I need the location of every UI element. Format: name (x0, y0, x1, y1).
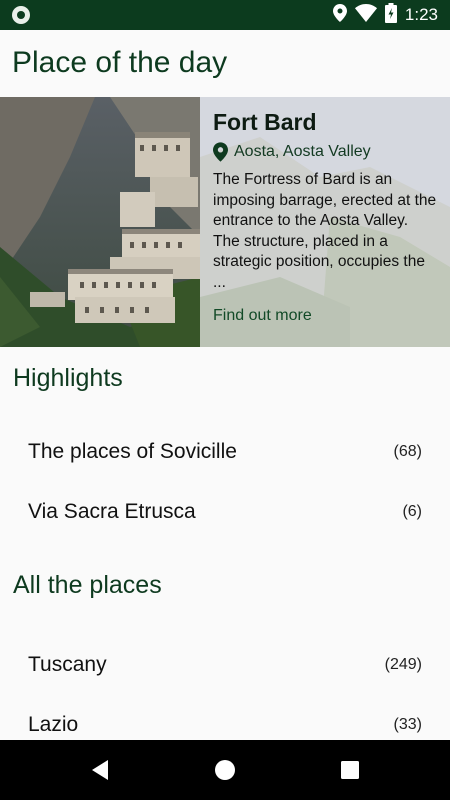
place-title: Fort Bard (213, 109, 317, 135)
list-item-label: Tuscany (28, 653, 107, 676)
all-places-heading: All the places (13, 571, 162, 599)
back-button[interactable] (70, 740, 130, 800)
home-button[interactable] (195, 740, 255, 800)
status-bar: 1:23 (0, 0, 450, 30)
highlights-heading: Highlights (13, 364, 123, 392)
battery-charging-icon (384, 3, 397, 27)
list-item-count: (33) (393, 716, 422, 733)
status-icons: 1:23 (332, 3, 438, 27)
featured-place-card[interactable]: Fort Bard Aosta, Aosta Valley The Fortre… (0, 97, 450, 347)
place-location-label: Aosta, Aosta Valley (234, 143, 371, 160)
list-item-count: (249) (384, 656, 422, 673)
place-location: Aosta, Aosta Valley (213, 142, 438, 162)
app-notification-icon (12, 6, 30, 24)
list-item-label: The places of Sovicille (28, 440, 237, 463)
list-item-count: (68) (393, 443, 422, 460)
navigation-bar (0, 740, 450, 800)
place-description: The Fortress of Bard is an imposing barr… (213, 171, 437, 291)
home-icon (215, 760, 235, 780)
find-out-more-link[interactable]: Find out more (213, 307, 438, 325)
back-icon (92, 760, 108, 780)
list-item-label: Lazio (28, 713, 79, 736)
list-item[interactable]: Tuscany (249) (0, 635, 450, 695)
wifi-icon (354, 3, 377, 26)
fort-photo (0, 97, 200, 347)
list-item-label: Via Sacra Etrusca (28, 500, 196, 523)
location-pin-icon (213, 142, 228, 162)
card-content: Fort Bard Aosta, Aosta Valley The Fortre… (213, 109, 438, 325)
clock: 1:23 (404, 5, 438, 24)
recents-icon (341, 761, 359, 779)
list-item[interactable]: Via Sacra Etrusca (6) (0, 482, 450, 542)
recents-button[interactable] (320, 740, 380, 800)
page-title: Place of the day (12, 46, 228, 79)
list-item-count: (6) (402, 503, 422, 520)
location-icon (332, 4, 347, 26)
list-item[interactable]: The places of Sovicille (68) (0, 422, 450, 482)
